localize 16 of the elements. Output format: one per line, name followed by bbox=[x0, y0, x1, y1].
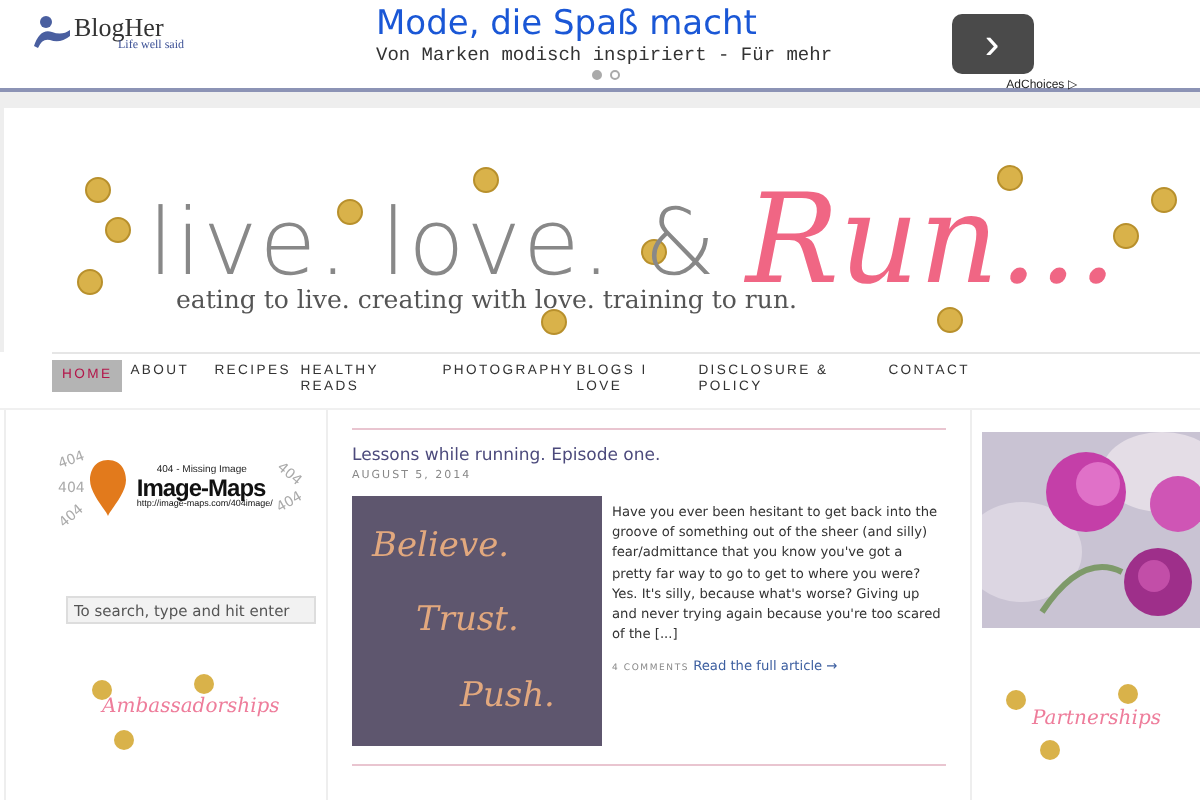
people-icon bbox=[32, 14, 72, 50]
pin-icon bbox=[88, 458, 129, 518]
missing-image-brand: Image-Maps bbox=[136, 476, 266, 501]
image-word: Believe. bbox=[372, 525, 510, 566]
image-word: Trust. bbox=[416, 600, 519, 641]
carousel-dot[interactable] bbox=[610, 70, 620, 81]
brand-name: BlogHer bbox=[74, 14, 165, 40]
image-word: Push. bbox=[460, 676, 555, 717]
ad-headline[interactable]: Mode, die Spaß macht bbox=[376, 4, 876, 45]
widget-title: Ambassadorships bbox=[102, 696, 280, 718]
next-button[interactable]: › bbox=[951, 14, 1033, 74]
carousel-dot[interactable] bbox=[592, 70, 602, 81]
site-title[interactable]: live. love. & bbox=[148, 195, 718, 288]
ad-text: Von Marken modisch inspiriert - Für mehr bbox=[376, 44, 835, 67]
widget-title: Partnerships bbox=[1032, 708, 1161, 730]
post-title[interactable]: Lessons while running. Episode one. bbox=[352, 446, 946, 466]
